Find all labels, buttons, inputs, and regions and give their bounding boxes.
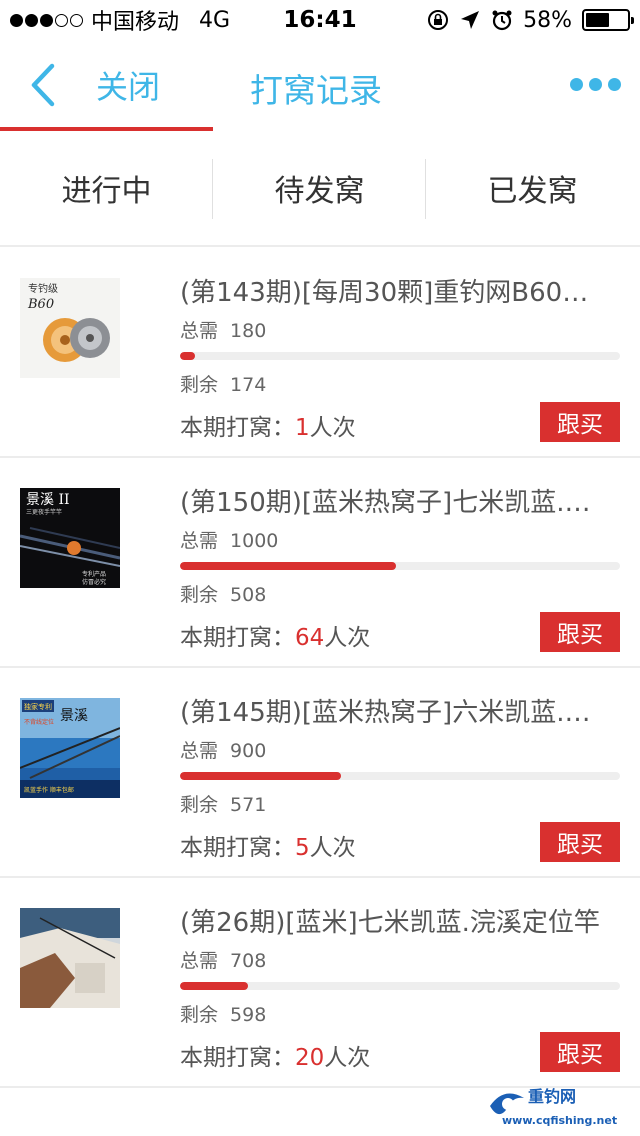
follow-buy-button[interactable]: 跟买 <box>540 612 620 652</box>
remaining: 剩余 508 <box>180 584 267 606</box>
chevron-left-icon <box>31 63 55 107</box>
progress-bar <box>180 982 620 990</box>
svg-text:B60: B60 <box>27 297 54 312</box>
record-card[interactable]: 景溪 II 三更夜手竿竿 专利产品 仿冒必究 (第150期)[蓝米热窝子]七米凯… <box>0 458 640 668</box>
period-count: 本期打窝：64人次 <box>180 625 371 651</box>
remaining: 剩余 571 <box>180 794 267 816</box>
navigation-bar: 关闭 打窝记录 <box>0 40 640 132</box>
remaining: 剩余 174 <box>180 374 267 396</box>
page-title: 打窝记录 <box>250 71 382 110</box>
svg-text:景溪: 景溪 <box>60 708 88 724</box>
location-arrow-icon <box>461 11 480 29</box>
follow-buy-button[interactable]: 跟买 <box>540 822 620 862</box>
follow-buy-button[interactable]: 跟买 <box>540 1032 620 1072</box>
record-card[interactable]: 独家专利 不背线定位 景溪 凯蓝手作 顺丰包邮 (第145期)[蓝米热窝子]六米… <box>0 668 640 878</box>
close-label: 关闭 <box>96 68 161 106</box>
product-thumbnail: 景溪 II 三更夜手竿竿 专利产品 仿冒必究 <box>20 488 120 588</box>
battery-icon <box>582 9 634 31</box>
tab-label: 已发窝 <box>487 174 578 209</box>
period-count: 本期打窝：5人次 <box>180 835 356 861</box>
svg-text:仿冒必究: 仿冒必究 <box>82 578 106 586</box>
progress-bar <box>180 772 620 780</box>
progress-bar <box>180 352 620 360</box>
record-title: (第145期)[蓝米热窝子]六米凯蓝.景溪二代 <box>180 698 610 728</box>
product-thumbnail: 独家专利 不背线定位 景溪 凯蓝手作 顺丰包邮 <box>20 698 120 798</box>
status-tabs: 进行中 待发窝 已发窝 <box>0 131 640 247</box>
svg-text:景溪 II: 景溪 II <box>26 492 70 508</box>
total-needed: 总需 1000 <box>180 530 279 552</box>
period-count: 本期打窝：20人次 <box>180 1045 371 1071</box>
remaining: 剩余 598 <box>180 1004 267 1026</box>
tab-sent[interactable]: 已发窝 <box>426 131 639 245</box>
total-needed: 总需 180 <box>180 320 267 342</box>
record-list: 专钓级 B60 (第143期)[每周30颗]重钓网B60手竿大物线组 总需180… <box>0 248 640 1088</box>
period-count: 本期打窝：1人次 <box>180 415 356 441</box>
record-card[interactable]: 专钓级 B60 (第143期)[每周30颗]重钓网B60手竿大物线组 总需180… <box>0 248 640 458</box>
svg-text:三更夜手竿竿: 三更夜手竿竿 <box>26 508 62 516</box>
more-menu-button[interactable] <box>570 74 622 94</box>
svg-text:专利产品: 专利产品 <box>82 570 106 578</box>
more-dots-icon <box>570 77 583 91</box>
product-thumbnail <box>20 908 120 1008</box>
svg-text:独家专利: 独家专利 <box>24 702 52 711</box>
tab-pending[interactable]: 待发窝 <box>213 131 426 245</box>
svg-text:凯蓝手作 顺丰包邮: 凯蓝手作 顺丰包邮 <box>24 786 74 794</box>
tab-label: 待发窝 <box>274 174 365 209</box>
svg-text:不背线定位: 不背线定位 <box>24 718 54 726</box>
status-bar: 中国移动 4G 16:41 58% <box>0 0 640 40</box>
progress-bar <box>180 562 620 570</box>
tab-in-progress[interactable]: 进行中 <box>0 131 213 245</box>
alarm-clock-icon <box>492 10 512 31</box>
follow-buy-button[interactable]: 跟买 <box>540 402 620 442</box>
tab-label: 进行中 <box>61 174 152 209</box>
svg-text:www.cqfishing.net: www.cqfishing.net <box>502 1114 617 1127</box>
record-title: (第143期)[每周30颗]重钓网B60手竿大物线组 <box>180 278 610 308</box>
record-title: (第26期)[蓝米]七米凯蓝.浣溪定位竿 <box>180 908 600 938</box>
close-button[interactable]: 关闭 <box>26 60 176 110</box>
total-needed: 总需 708 <box>180 950 267 972</box>
product-thumbnail: 专钓级 B60 <box>20 278 120 378</box>
site-watermark-logo: 重钓网 www.cqfishing.net <box>490 1087 617 1127</box>
record-card[interactable]: (第26期)[蓝米]七米凯蓝.浣溪定位竿 总需 708 剩余 598 本期打窝：20… <box>0 878 640 1088</box>
svg-text:重钓网: 重钓网 <box>528 1087 576 1106</box>
battery-percent: 58% <box>523 7 572 33</box>
record-title: (第150期)[蓝米热窝子]七米凯蓝.景溪二代 <box>180 488 610 518</box>
svg-text:专钓级: 专钓级 <box>28 282 58 295</box>
orientation-lock-icon <box>428 10 449 30</box>
total-needed: 总需 900 <box>180 740 267 762</box>
